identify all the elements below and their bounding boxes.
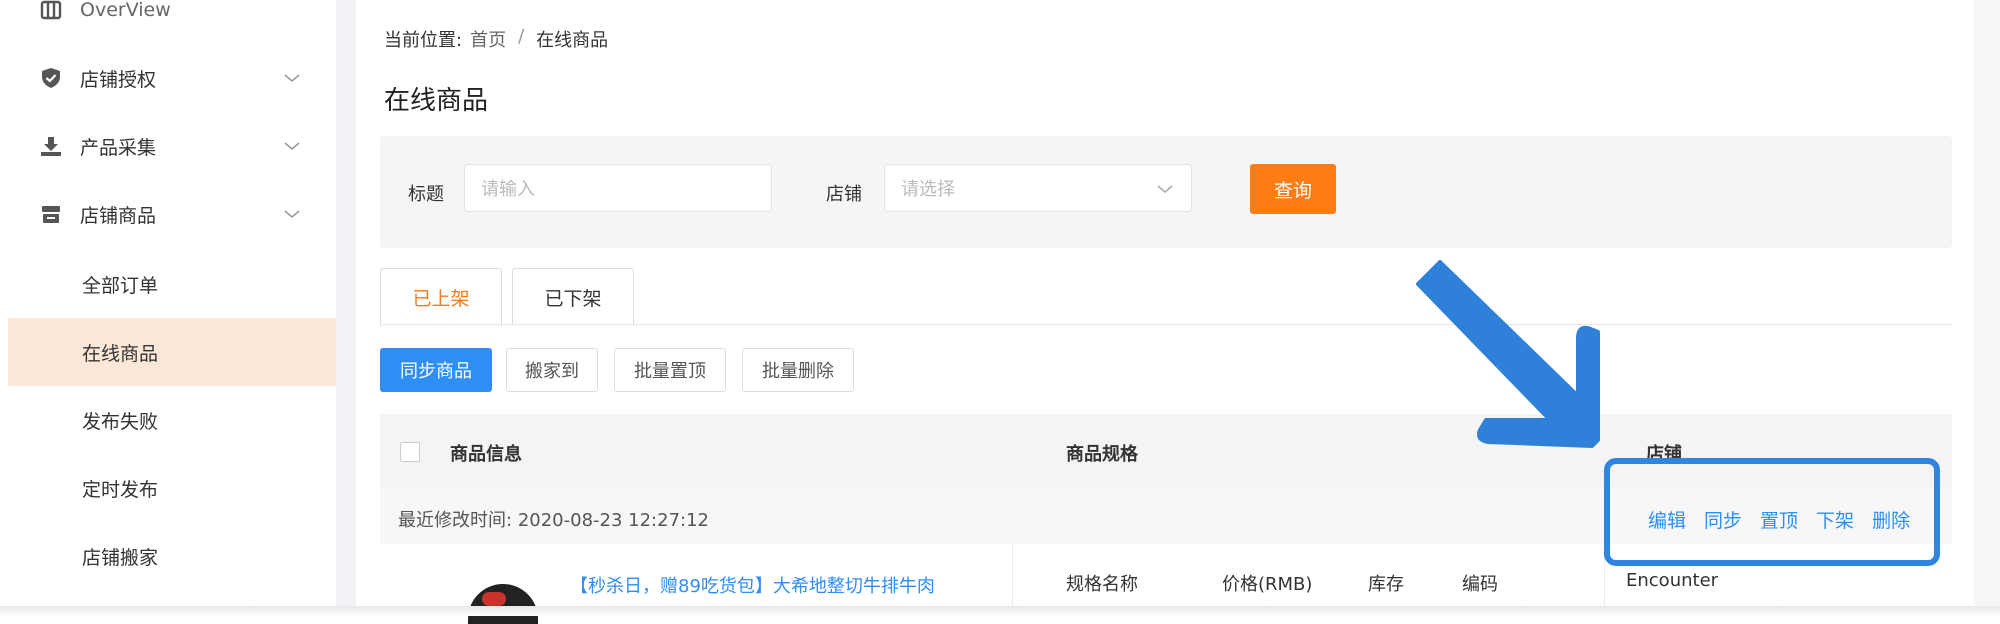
store-name: Encounter [1626, 570, 1719, 591]
modified-time: 最近修改时间: 2020-08-23 12:27:12 [398, 506, 709, 532]
product-thumbnail [468, 584, 538, 624]
select-all-checkbox[interactable] [400, 442, 420, 462]
move-to-button[interactable]: 搬家到 [506, 348, 598, 392]
sidebar-item-label: OverView [80, 0, 171, 21]
breadcrumb: 当前位置: 首页 / 在线商品 [384, 26, 608, 52]
sidebar-subitem-scheduled-publish[interactable]: 定时发布 [8, 454, 336, 522]
shield-check-icon [42, 68, 60, 88]
title-search-input[interactable]: 请输入 [464, 164, 772, 212]
breadcrumb-current: 在线商品 [536, 30, 609, 51]
sidebar-subitem-store-move[interactable]: 店铺搬家 [8, 522, 336, 590]
sidebar-item-label: 店铺授权 [80, 68, 157, 91]
modified-time-label: 最近修改时间: [398, 510, 513, 531]
sidebar-subitem-label: 在线商品 [82, 342, 159, 365]
page-title: 在线商品 [384, 86, 489, 116]
header-product-info: 商品信息 [450, 444, 522, 465]
store-filter-label: 店铺 [826, 184, 862, 205]
modified-time-value: 2020-08-23 12:27:12 [517, 510, 709, 531]
sidebar-subitem-publish-failed[interactable]: 发布失败 [8, 386, 336, 454]
spec-price-header: 价格(RMB) [1222, 574, 1313, 595]
sidebar: OverView 店铺授权 产品采集 店铺商品 全部订单 在线商品 发布失败 定… [8, 0, 336, 606]
tab-divider [380, 324, 1952, 325]
batch-delete-button[interactable]: 批量删除 [742, 348, 854, 392]
spec-name-header: 规格名称 [1066, 574, 1138, 595]
chevron-down-icon [1157, 185, 1173, 194]
chevron-down-icon [284, 210, 300, 219]
sidebar-subitem-label: 店铺搬家 [82, 546, 159, 569]
query-button[interactable]: 查询 [1250, 164, 1336, 214]
sidebar-subitem-online-products[interactable]: 在线商品 [8, 318, 336, 386]
tab-delisted[interactable]: 已下架 [512, 268, 634, 325]
sidebar-item-store-products[interactable]: 店铺商品 [8, 180, 336, 248]
title-input-placeholder: 请输入 [481, 179, 535, 200]
sidebar-item-store-auth[interactable]: 店铺授权 [8, 44, 336, 112]
chevron-down-icon [284, 74, 300, 83]
batch-top-button[interactable]: 批量置顶 [614, 348, 726, 392]
filter-panel: 标题 请输入 店铺 请选择 查询 [380, 136, 1952, 248]
sidebar-subitem-label: 全部订单 [82, 274, 159, 297]
breadcrumb-prefix: 当前位置: [384, 30, 463, 51]
sidebar-subitem-label: 发布失败 [82, 410, 159, 433]
right-gutter [1974, 0, 2000, 606]
store-select[interactable]: 请选择 [884, 164, 1192, 212]
product-title-link[interactable]: 【秒杀日，赠89吃货包】大希地整切牛排牛肉 [570, 572, 935, 598]
sidebar-item-product-collect[interactable]: 产品采集 [8, 112, 336, 180]
bottom-edge [0, 606, 2000, 616]
sidebar-subitem-label: 定时发布 [82, 478, 159, 501]
header-product-spec: 商品规格 [1066, 444, 1138, 465]
download-icon [41, 137, 61, 156]
tab-listed[interactable]: 已上架 [380, 268, 502, 326]
chevron-down-icon [284, 142, 300, 151]
sync-products-button[interactable]: 同步商品 [380, 348, 492, 392]
store-icon [42, 206, 60, 223]
overview-icon [40, 0, 62, 20]
layout-gutter [336, 0, 356, 606]
breadcrumb-separator: / [518, 26, 525, 47]
sidebar-subitem-all-orders[interactable]: 全部订单 [8, 250, 336, 318]
sidebar-item-label: 产品采集 [80, 136, 157, 159]
title-filter-label: 标题 [408, 184, 444, 205]
store-select-placeholder: 请选择 [901, 179, 955, 200]
spec-stock-header: 库存 [1368, 574, 1404, 595]
sidebar-item-overview[interactable]: OverView [8, 0, 336, 44]
breadcrumb-home-link[interactable]: 首页 [470, 26, 506, 52]
column-divider [1012, 544, 1013, 606]
spec-code-header: 编码 [1462, 574, 1498, 595]
annotation-highlight-box [1604, 458, 1940, 566]
sidebar-item-label: 店铺商品 [80, 204, 157, 227]
